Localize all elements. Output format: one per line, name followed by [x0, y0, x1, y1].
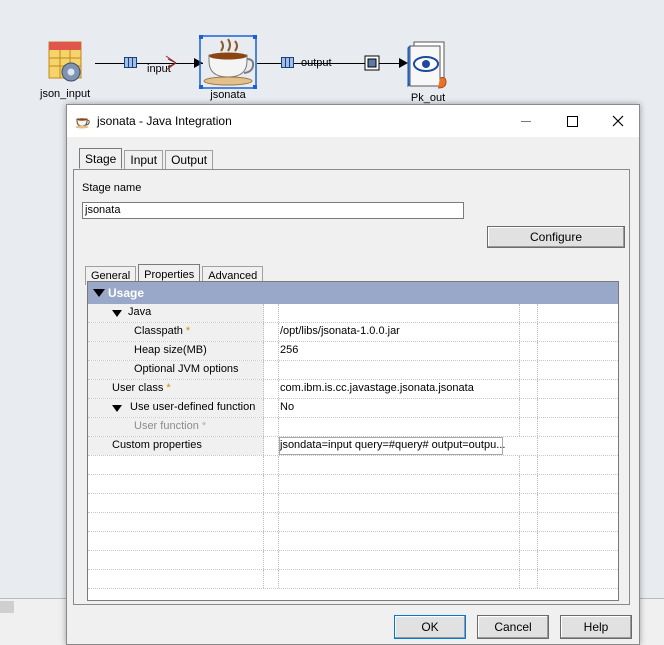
collapse-triangle-icon[interactable] [93, 289, 105, 297]
required-marker: * [166, 382, 171, 394]
cancel-button[interactable]: Cancel [477, 615, 549, 639]
stage-name-label: Stage name [82, 182, 142, 194]
scrollbar-thumb[interactable] [0, 601, 14, 613]
property-name: Use user-defined function [130, 401, 256, 413]
tab-output[interactable]: Output [165, 150, 214, 169]
grid-section-header[interactable]: Usage [88, 282, 618, 304]
required-marker: * [185, 325, 191, 337]
property-name: Custom properties [112, 439, 202, 451]
link-grid-icon [281, 57, 294, 68]
empty-row [88, 494, 618, 513]
property-value[interactable]: No [280, 401, 294, 413]
peek-eye-icon [407, 41, 447, 89]
ok-button[interactable]: OK [394, 615, 466, 639]
stage-label: json_input [40, 88, 91, 100]
dialog-titlebar[interactable]: jsonata - Java Integration [67, 105, 639, 137]
stage-name-field[interactable]: jsonata [82, 202, 464, 219]
tab-stage[interactable]: Stage [79, 148, 123, 169]
stage-jsonata[interactable]: jsonata [199, 35, 257, 101]
coffee-cup-icon [75, 118, 90, 129]
stage-label: jsonata [210, 89, 246, 101]
property-row-heap-size[interactable]: Heap size(MB) 256 [88, 342, 618, 361]
property-value[interactable]: jsondata=input query=#query# output=outp… [280, 439, 505, 451]
tab-input[interactable]: Input [124, 150, 164, 169]
properties-grid[interactable]: Usage Java Classpath * /opt/libs/jsonata-… [87, 281, 619, 601]
link-label-output: output [301, 57, 332, 69]
property-row-custom-properties[interactable]: Custom properties jsondata=input query=#… [88, 437, 618, 456]
property-value[interactable]: /opt/libs/jsonata-1.0.0.jar [280, 325, 400, 337]
property-row-classpath[interactable]: Classpath * /opt/libs/jsonata-1.0.0.jar [88, 323, 618, 342]
property-name: Optional JVM options [134, 363, 239, 375]
property-row-user-function[interactable]: User function * [88, 418, 618, 437]
property-value[interactable]: 256 [280, 344, 298, 356]
minimize-button[interactable] [503, 105, 549, 137]
close-icon [612, 115, 624, 127]
dialog-title: jsonata - Java Integration [97, 114, 232, 128]
minimize-icon [521, 120, 531, 122]
java-integration-dialog: jsonata - Java Integration Stage Input O… [66, 104, 640, 645]
file-table-gear-icon [48, 41, 82, 82]
property-value[interactable]: com.ibm.is.cc.javastage.jsonata.jsonata [280, 382, 474, 394]
empty-row [88, 475, 618, 494]
empty-row [88, 456, 618, 475]
coffee-cup-icon [199, 35, 257, 89]
required-marker: * [201, 420, 207, 432]
configure-button[interactable]: Configure [487, 226, 625, 248]
property-row-jvm-options[interactable]: Optional JVM options [88, 361, 618, 380]
expand-triangle-icon[interactable] [112, 405, 122, 412]
empty-row [88, 513, 618, 532]
property-name: Heap size(MB) [134, 344, 207, 356]
property-name: Classpath [134, 325, 183, 337]
property-name: User function [134, 420, 199, 432]
section-title: Usage [108, 286, 145, 300]
expand-triangle-icon[interactable] [112, 310, 122, 317]
stage-label: Pk_out [410, 92, 446, 104]
property-row-use-udf[interactable]: Use user-defined function No [88, 399, 618, 418]
empty-row [88, 570, 618, 589]
link-grid-icon [124, 57, 137, 68]
stage-pk-out[interactable]: Pk_out [404, 38, 452, 104]
empty-row [88, 551, 618, 570]
property-row-user-class[interactable]: User class * com.ibm.is.cc.javastage.json… [88, 380, 618, 399]
stage-json-input[interactable]: json_input [40, 38, 90, 100]
property-name: User class [112, 382, 164, 394]
property-name: Java [128, 306, 152, 318]
property-row-java[interactable]: Java [88, 304, 618, 323]
partition-fan-icon [165, 55, 177, 71]
link-marker-icon [364, 55, 380, 71]
help-button[interactable]: Help [560, 615, 632, 639]
maximize-button[interactable] [549, 105, 595, 137]
horizontal-scrollbar[interactable] [0, 598, 70, 645]
maximize-icon [566, 115, 578, 127]
empty-row [88, 532, 618, 551]
stage-tabs: Stage Input Output [79, 148, 215, 171]
close-button[interactable] [595, 105, 641, 137]
